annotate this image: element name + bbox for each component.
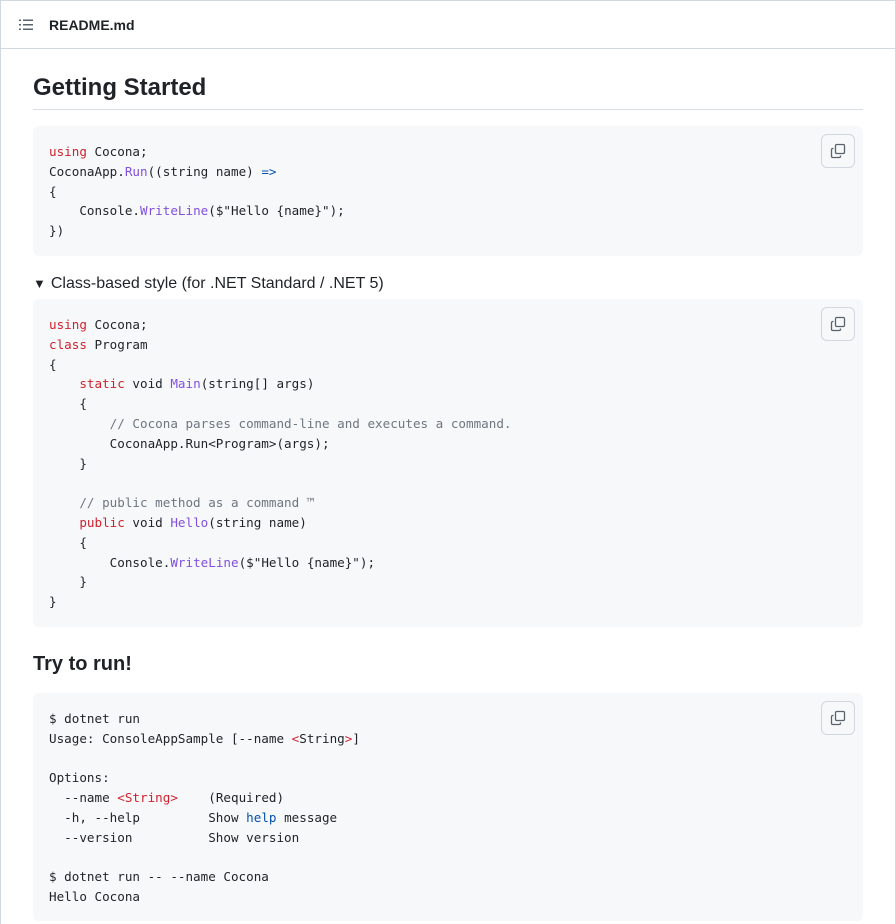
copy-icon [830,143,846,159]
details-summary[interactable]: ▼ Class-based style (for .NET Standard / … [33,272,863,296]
copy-button[interactable] [821,134,855,168]
copy-icon [830,316,846,332]
heading-getting-started: Getting Started [33,73,863,110]
code-block-quickstart: using Cocona; CoconaApp.Run((string name… [33,126,863,256]
triangle-down-icon: ▼ [33,276,46,291]
list-unordered-icon[interactable] [17,16,35,34]
code-text: using Cocona; CoconaApp.Run((string name… [49,144,345,239]
heading-try-to-run: Try to run! [33,653,132,675]
code-block-class-based: using Cocona; class Program { static voi… [33,299,863,627]
file-header: README.md [1,0,895,49]
code-text: $ dotnet run Usage: ConsoleAppSample [--… [49,711,360,905]
file-name: README.md [49,16,135,33]
copy-icon [830,710,846,726]
copy-button[interactable] [821,307,855,341]
readme-content: Getting Started using Cocona; CoconaApp.… [1,73,895,921]
copy-button[interactable] [821,701,855,735]
code-text: using Cocona; class Program { static voi… [49,317,512,610]
code-block-run: $ dotnet run Usage: ConsoleAppSample [--… [33,693,863,921]
details-class-based: ▼ Class-based style (for .NET Standard / … [33,272,863,627]
